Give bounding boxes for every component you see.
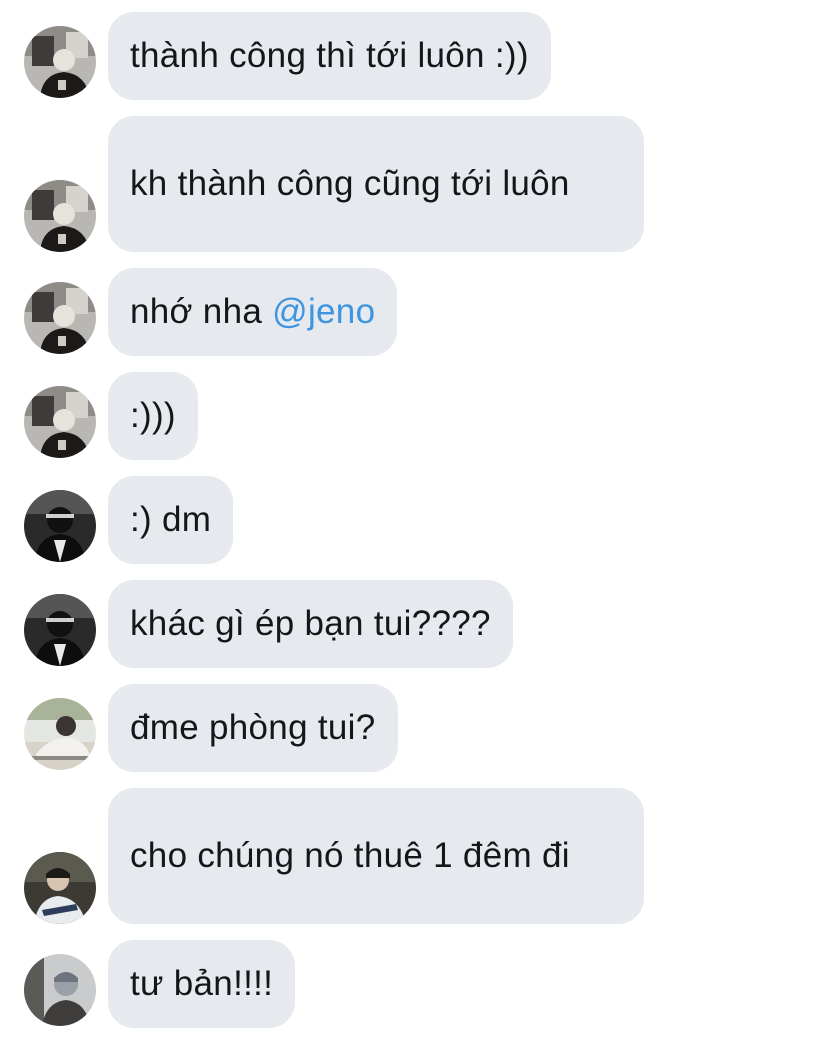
user-mention-link[interactable]: @jeno [272,292,375,331]
message-bubble[interactable]: đme phòng tui? [108,684,398,772]
message-text: cho chúng nó thuê 1 đêm đi [130,836,570,875]
message-bubble[interactable]: tư bản!!!! [108,940,296,1028]
message-bubble[interactable]: cho chúng nó thuê 1 đêm đi [108,788,644,924]
message-row: kh thành công cũng tới luôn [0,116,828,252]
message-row: :) dm [0,476,828,564]
user-avatar[interactable] [24,386,96,458]
message-row: thành công thì tới luôn :)) [0,12,828,100]
message-text: :) dm [130,500,212,539]
user-avatar[interactable] [24,282,96,354]
avatar-photo-icon [24,594,96,666]
message-row: khác gì ép bạn tui???? [0,580,828,668]
message-bubble[interactable]: :) dm [108,476,234,564]
user-avatar[interactable] [24,954,96,1026]
message-row: nhớ nha @jeno [0,268,828,356]
message-text: :))) [130,396,176,435]
message-text: kh thành công cũng tới luôn [130,164,570,203]
message-bubble[interactable]: khác gì ép bạn tui???? [108,580,513,668]
message-bubble[interactable]: kh thành công cũng tới luôn [108,116,644,252]
message-row: :))) [0,372,828,460]
message-text: đme phòng tui? [130,708,376,747]
avatar-photo-icon [24,490,96,562]
avatar-photo-icon [24,954,96,1026]
message-text-plain: nhớ nha [130,292,273,331]
message-text: thành công thì tới luôn :)) [130,36,529,75]
message-row: cho chúng nó thuê 1 đêm đi [0,788,828,924]
message-bubble[interactable]: :))) [108,372,198,460]
avatar-photo-icon [24,698,96,770]
avatar-photo-icon [24,852,96,924]
chat-thread: thành công thì tới luôn :)) kh thành côn… [0,0,828,1038]
message-row: đme phòng tui? [0,684,828,772]
message-text: khác gì ép bạn tui???? [130,604,491,643]
message-text: nhớ nha @jeno [130,287,375,337]
avatar-photo-icon [24,26,96,98]
message-text: tư bản!!!! [130,964,274,1003]
user-avatar[interactable] [24,26,96,98]
user-avatar[interactable] [24,698,96,770]
user-avatar[interactable] [24,594,96,666]
message-bubble[interactable]: nhớ nha @jeno [108,268,398,356]
avatar-photo-icon [24,282,96,354]
user-avatar[interactable] [24,490,96,562]
user-avatar[interactable] [24,852,96,924]
message-bubble[interactable]: thành công thì tới luôn :)) [108,12,551,100]
avatar-photo-icon [24,386,96,458]
avatar-photo-icon [24,180,96,252]
user-avatar[interactable] [24,180,96,252]
message-row: tư bản!!!! [0,940,828,1028]
